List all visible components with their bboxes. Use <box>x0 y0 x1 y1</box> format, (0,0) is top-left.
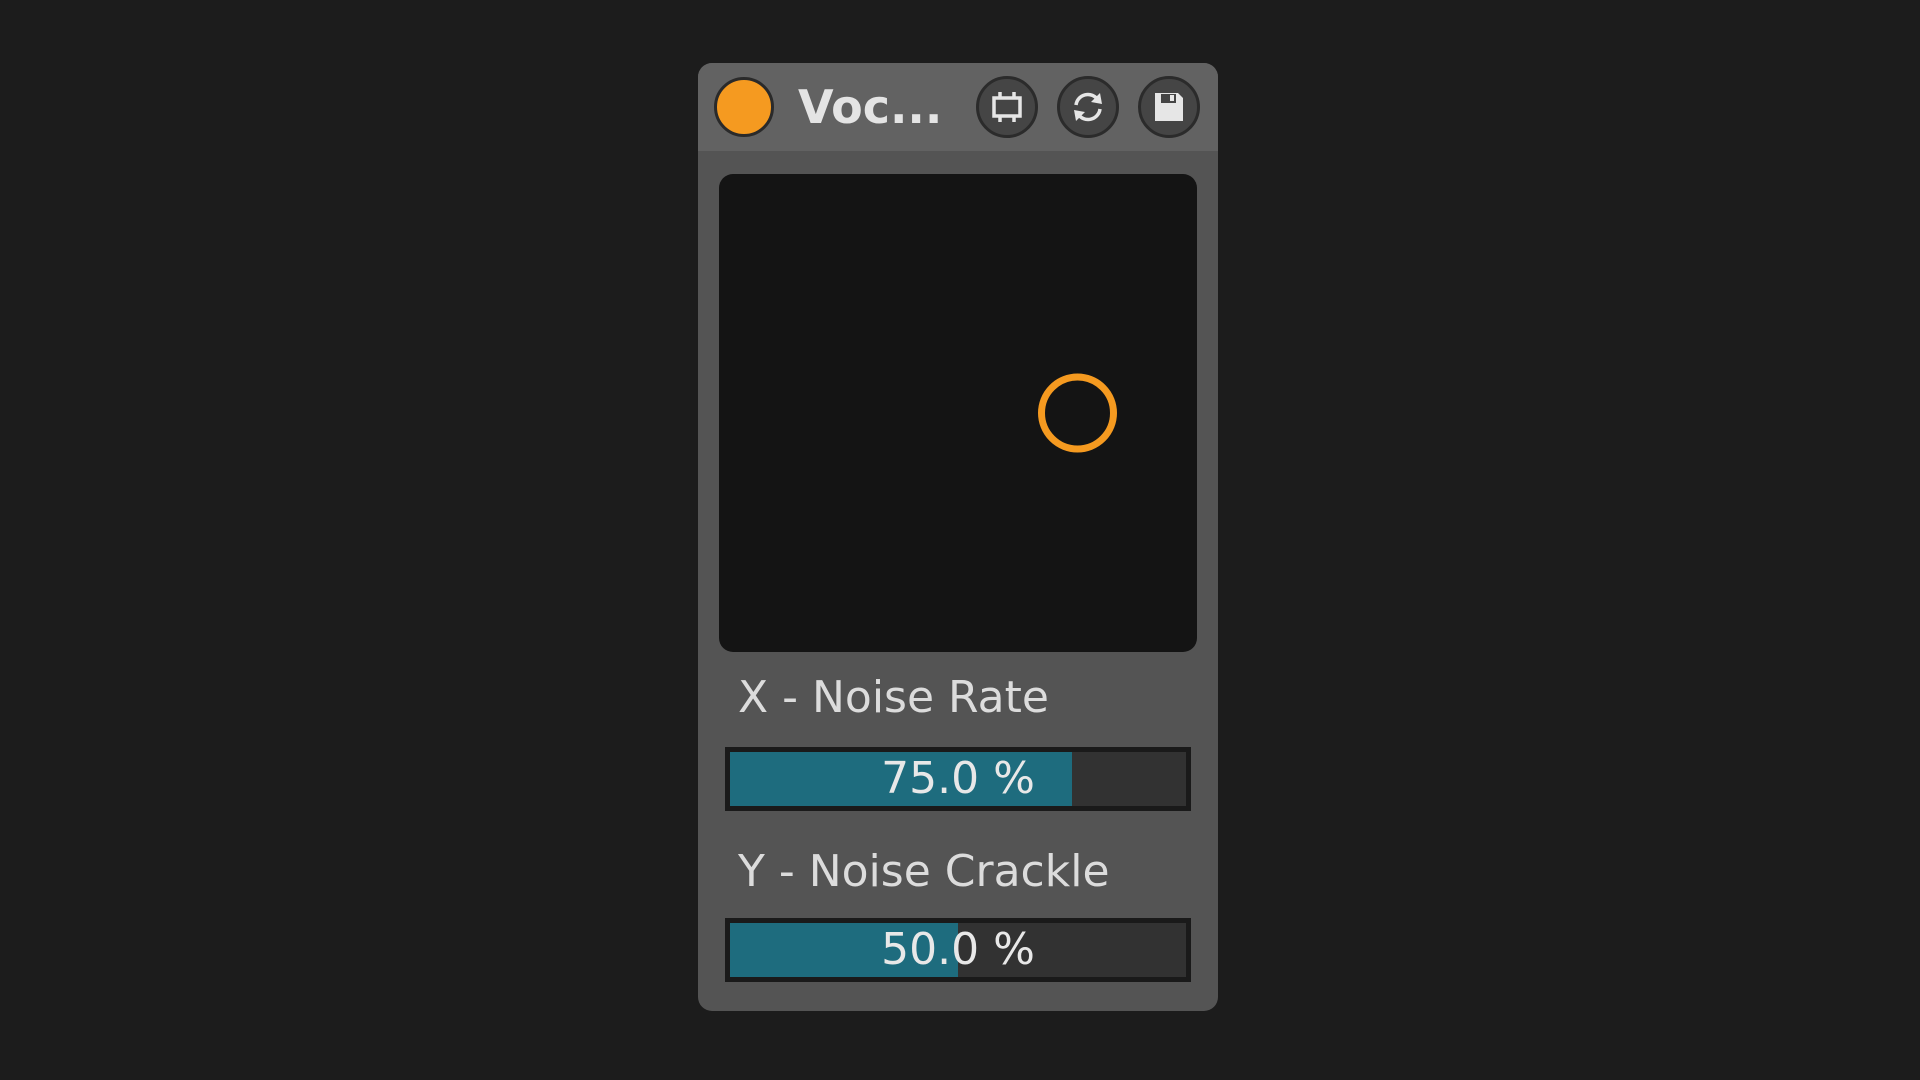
xy-pad[interactable] <box>719 174 1197 652</box>
slider-track: 75.0 % <box>730 752 1186 806</box>
device-title-bar: Voc... <box>698 63 1218 151</box>
device-title: Voc... <box>798 80 943 134</box>
save-icon <box>1152 90 1186 124</box>
refresh-icon <box>1069 88 1107 126</box>
slider-value: 75.0 % <box>881 753 1035 804</box>
xy-pad-handle[interactable] <box>1038 373 1117 453</box>
freeze-button[interactable] <box>976 76 1038 138</box>
save-button[interactable] <box>1138 76 1200 138</box>
x-param-label: X - Noise Rate <box>738 672 1049 723</box>
xy-pad-canvas <box>1038 373 1117 453</box>
y-noise-crackle-slider[interactable]: 50.0 % <box>725 918 1191 982</box>
y-param-label: Y - Noise Crackle <box>738 846 1110 897</box>
freeze-icon <box>989 89 1025 125</box>
power-toggle-button[interactable] <box>714 77 774 137</box>
slider-track: 50.0 % <box>730 923 1186 977</box>
refresh-button[interactable] <box>1057 76 1119 138</box>
x-noise-rate-slider[interactable]: 75.0 % <box>725 747 1191 811</box>
device-panel: Voc... X - Noise Rate 75.0 % Y - Noise C… <box>698 63 1218 1011</box>
slider-value: 50.0 % <box>881 924 1035 975</box>
